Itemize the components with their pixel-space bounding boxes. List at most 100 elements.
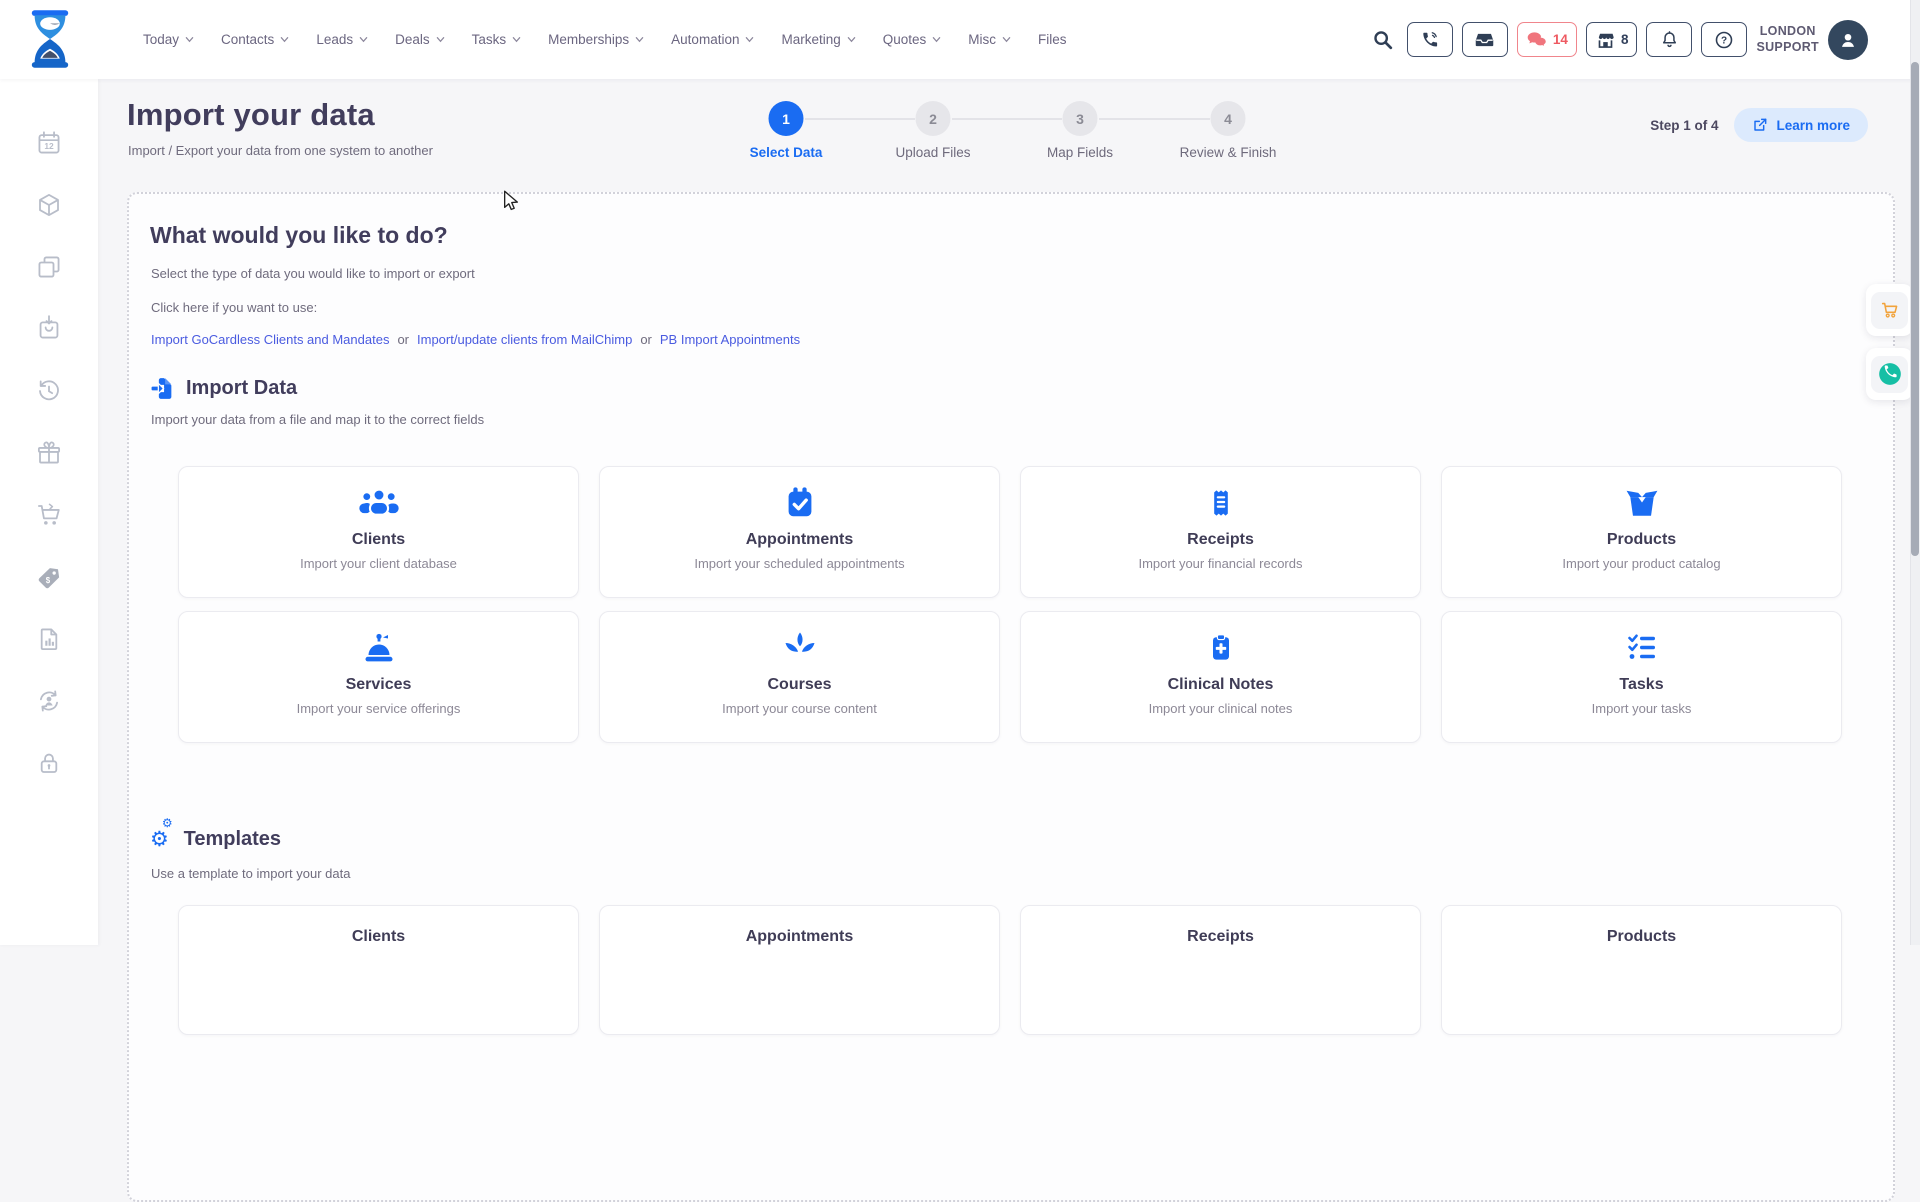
store-count-badge: 8 — [1621, 32, 1629, 47]
import-card-products[interactable]: Products Import your product catalog — [1441, 466, 1842, 598]
package-cube-icon[interactable] — [36, 192, 63, 219]
card-title: Appointments — [600, 928, 999, 946]
inbox-button[interactable] — [1462, 22, 1508, 57]
svg-text:?: ? — [1721, 35, 1727, 46]
account-name-line1: LONDON — [1756, 24, 1819, 40]
notifications-button[interactable] — [1646, 22, 1692, 57]
import-data-section-subtitle: Import your data from a file and map it … — [151, 412, 484, 427]
integration-links: Import GoCardless Clients and Mandates o… — [151, 332, 800, 347]
card-description: Import your service offerings — [179, 701, 578, 716]
import-card-receipts[interactable]: Receipts Import your financial records — [1020, 466, 1421, 598]
gift-icon[interactable] — [36, 440, 63, 467]
nav-item-files[interactable]: Files — [1038, 32, 1067, 47]
card-description: Import your scheduled appointments — [600, 556, 999, 571]
nav-item-marketing[interactable]: Marketing — [781, 32, 855, 47]
price-tag-icon[interactable]: $ — [36, 565, 63, 592]
calendar-icon[interactable]: 12 — [36, 130, 63, 157]
chat-bubbles-icon — [1526, 30, 1548, 50]
import-card-tasks[interactable]: Tasks Import your tasks — [1441, 611, 1842, 743]
scrollbar-thumb[interactable] — [1911, 62, 1919, 556]
card-description: Import your financial records — [1021, 556, 1420, 571]
scrollbar-track[interactable] — [1910, 0, 1920, 945]
shopping-cart-icon[interactable] — [36, 502, 63, 529]
help-button[interactable]: ? — [1701, 22, 1747, 57]
nav-item-memberships[interactable]: Memberships — [548, 32, 644, 47]
chevron-down-icon — [1002, 35, 1011, 44]
app-logo-hourglass-icon[interactable] — [22, 8, 78, 70]
nav-item-deals[interactable]: Deals — [395, 32, 445, 47]
card-title: Tasks — [1442, 676, 1841, 694]
user-sync-icon[interactable] — [36, 688, 63, 715]
search-button[interactable] — [1368, 22, 1398, 57]
import-cards-row-1: Clients Import your client database Appo… — [178, 466, 1842, 598]
nav-label: Quotes — [883, 32, 927, 47]
chevron-down-icon — [280, 35, 289, 44]
or-separator: or — [640, 332, 652, 347]
template-card-products[interactable]: Products — [1441, 905, 1842, 1035]
nav-item-today[interactable]: Today — [143, 32, 194, 47]
chevron-down-icon — [359, 35, 368, 44]
cart-icon — [1879, 299, 1901, 321]
user-icon — [1837, 29, 1859, 51]
import-card-services[interactable]: Services Import your service offerings — [178, 611, 579, 743]
import-card-courses[interactable]: Courses Import your course content — [599, 611, 1000, 743]
import-cards-row-2: Services Import your service offerings C… — [178, 611, 1842, 743]
template-card-appointments[interactable]: Appointments — [599, 905, 1000, 1035]
phone-icon — [1420, 30, 1439, 49]
import-card-clients[interactable]: Clients Import your client database — [178, 466, 579, 598]
whatsapp-widget-button[interactable] — [1871, 356, 1908, 393]
copy-squares-icon[interactable] — [36, 254, 63, 281]
nav-label: Today — [143, 32, 179, 47]
box-open-icon — [1620, 486, 1664, 520]
nav-item-automation[interactable]: Automation — [671, 32, 754, 47]
templates-section-header: ⚙⚙ Templates — [150, 828, 281, 851]
padlock-icon[interactable] — [36, 750, 63, 777]
step-4-circle[interactable]: 4 — [1211, 101, 1246, 136]
templates-section-subtitle: Use a template to import your data — [151, 866, 350, 881]
nav-item-misc[interactable]: Misc — [968, 32, 1011, 47]
cart-widget-button[interactable] — [1871, 292, 1908, 329]
receipt-icon — [1204, 485, 1238, 521]
step-2-circle[interactable]: 2 — [916, 101, 951, 136]
step-connector — [952, 118, 1062, 120]
nav-item-leads[interactable]: Leads — [316, 32, 368, 47]
learn-more-button[interactable]: Learn more — [1734, 108, 1868, 142]
card-title: Products — [1442, 531, 1841, 549]
step-3-circle[interactable]: 3 — [1063, 101, 1098, 136]
import-card-clinical-notes[interactable]: Clinical Notes Import your clinical note… — [1020, 611, 1421, 743]
users-icon — [356, 486, 402, 520]
chat-count-badge: 14 — [1553, 32, 1568, 47]
card-title: Appointments — [600, 531, 999, 549]
template-card-receipts[interactable]: Receipts — [1020, 905, 1421, 1035]
chat-messages-button[interactable]: 14 — [1517, 22, 1577, 57]
card-description: Import your course content — [600, 701, 999, 716]
history-clock-icon[interactable] — [36, 378, 63, 405]
cart-widget-panel — [1866, 284, 1913, 336]
nav-item-contacts[interactable]: Contacts — [221, 32, 289, 47]
panel-subheading: Select the type of data you would like t… — [151, 266, 475, 281]
user-avatar[interactable] — [1828, 20, 1868, 60]
card-description: Import your clinical notes — [1021, 701, 1420, 716]
import-card-appointments[interactable]: Appointments Import your scheduled appoi… — [599, 466, 1000, 598]
link-gocardless[interactable]: Import GoCardless Clients and Mandates — [151, 332, 389, 347]
main-nav: Today Contacts Leads Deals Tasks Members… — [143, 0, 1067, 79]
nav-item-quotes[interactable]: Quotes — [883, 32, 942, 47]
bag-import-icon[interactable] — [36, 315, 63, 342]
card-title: Clients — [179, 928, 578, 946]
nav-label: Contacts — [221, 32, 274, 47]
nav-item-tasks[interactable]: Tasks — [472, 32, 522, 47]
store-button[interactable]: 8 — [1586, 22, 1638, 57]
spa-leaf-icon — [780, 630, 820, 666]
top-navbar: Today Contacts Leads Deals Tasks Members… — [0, 0, 1920, 79]
phone-button[interactable] — [1407, 22, 1453, 57]
question-circle-icon: ? — [1714, 30, 1734, 50]
step-1-circle[interactable]: 1 — [769, 101, 804, 136]
link-pb-import[interactable]: PB Import Appointments — [660, 332, 800, 347]
account-name: LONDON SUPPORT — [1756, 24, 1819, 55]
report-document-icon[interactable] — [36, 626, 63, 653]
template-card-clients[interactable]: Clients — [178, 905, 579, 1035]
calendar-day-label: 12 — [44, 141, 54, 151]
bell-icon — [1660, 30, 1679, 50]
checklist-icon — [1622, 631, 1662, 665]
link-mailchimp[interactable]: Import/update clients from MailChimp — [417, 332, 632, 347]
